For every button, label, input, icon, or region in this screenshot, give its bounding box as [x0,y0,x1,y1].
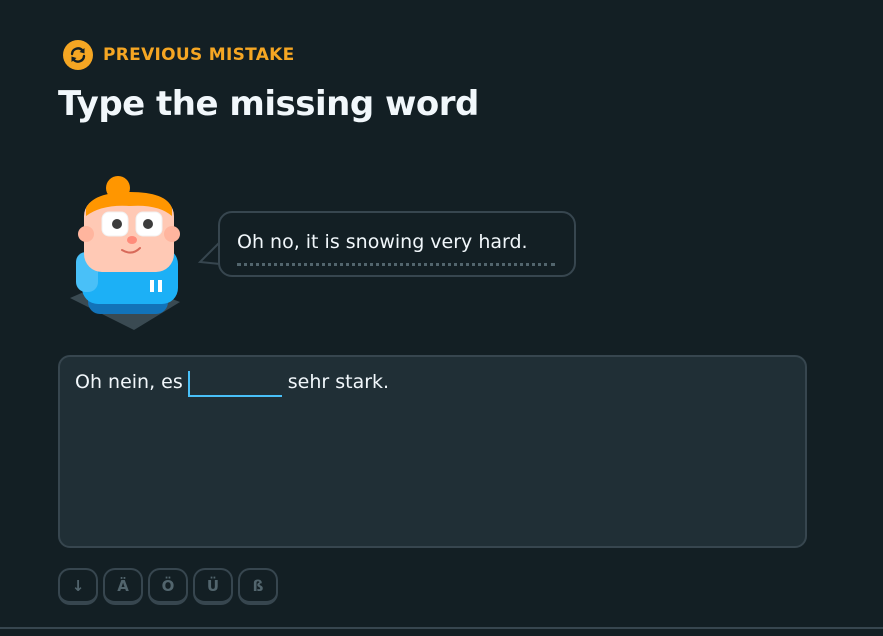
hint-underline [237,263,555,266]
sentence-before-blank: Oh nein, es [75,371,183,393]
prompt-sentence[interactable]: Oh no, it is snowing very hard. [237,231,528,253]
answer-area: Oh nein, es sehr stark. [58,355,807,548]
key-a-umlaut[interactable]: Ä [103,568,143,605]
key-eszett[interactable]: ß [238,568,278,605]
repeat-icon [63,40,93,70]
character-illustration [68,176,188,341]
special-characters-bar: ↓ Ä Ö Ü ß [58,568,278,605]
sentence-after-blank: sehr stark. [287,371,390,393]
previous-mistake-badge: PREVIOUS MISTAKE [63,40,295,70]
fill-in-sentence: Oh nein, es sehr stark. [75,371,389,397]
missing-word-input[interactable] [187,371,282,397]
lesson-page: PREVIOUS MISTAKE Type the missing word O… [0,0,883,636]
footer-divider [0,627,883,629]
page-title: Type the missing word [58,84,479,124]
speech-bubble: Oh no, it is snowing very hard. [218,211,576,277]
collapse-keys-button[interactable]: ↓ [58,568,98,605]
key-o-umlaut[interactable]: Ö [148,568,188,605]
previous-mistake-label: PREVIOUS MISTAKE [103,45,295,65]
key-u-umlaut[interactable]: Ü [193,568,233,605]
